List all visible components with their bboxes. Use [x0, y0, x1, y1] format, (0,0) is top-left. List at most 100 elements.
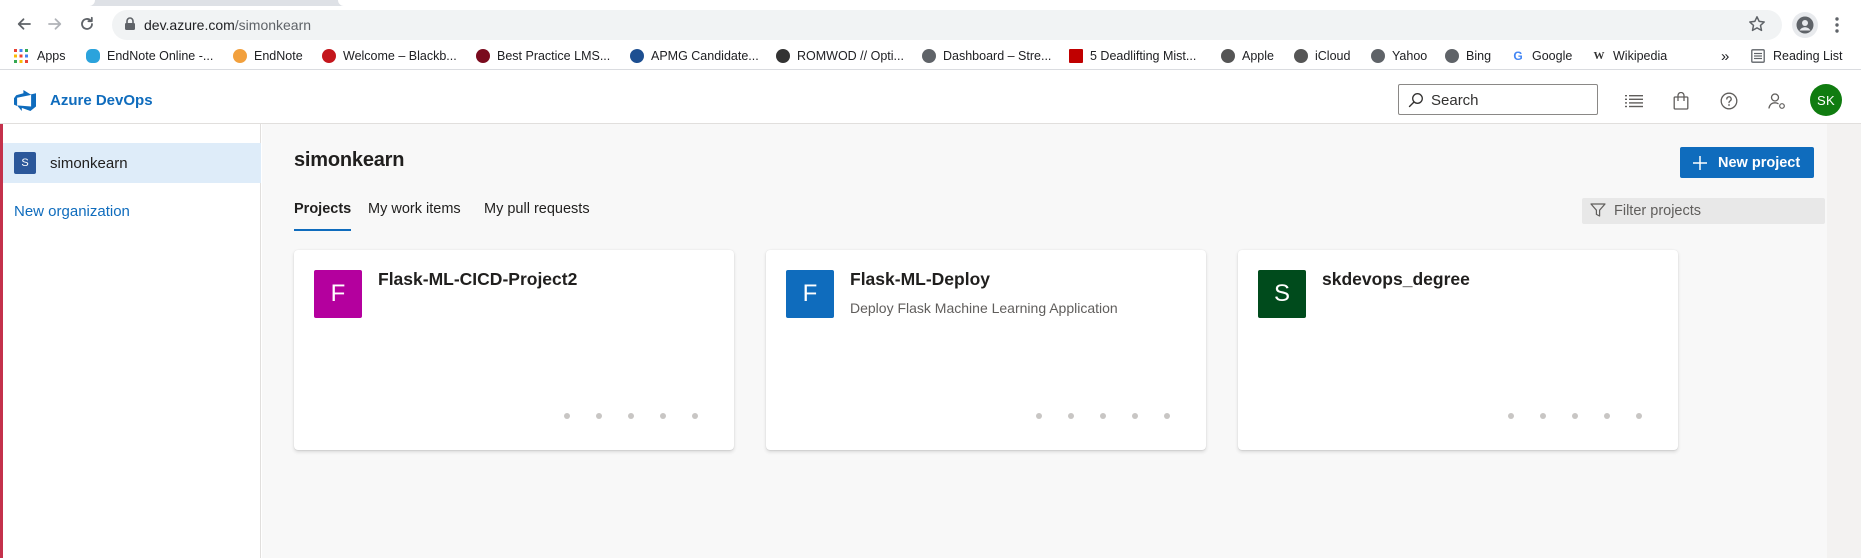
help-icon	[1720, 92, 1738, 110]
back-button[interactable]	[10, 10, 38, 38]
quick-link-dot[interactable]	[1508, 413, 1514, 419]
apps-grid-icon	[14, 49, 28, 63]
quick-link-dot[interactable]	[628, 413, 634, 419]
project-card[interactable]: F Flask-ML-Deploy Deploy Flask Machine L…	[766, 250, 1206, 450]
bookmark-yahoo[interactable]: Yahoo	[1371, 46, 1427, 66]
quick-link-dot[interactable]	[1036, 413, 1042, 419]
apple-icon	[1221, 49, 1235, 63]
bookmark-romwod[interactable]: ROMWOD // Opti...	[776, 46, 904, 66]
url-text: dev.azure.com/simonkearn	[144, 17, 311, 33]
user-avatar[interactable]: SK	[1810, 84, 1842, 116]
quick-link-dot[interactable]	[564, 413, 570, 419]
bookmark-endnote-online[interactable]: EndNote Online -...	[86, 46, 213, 66]
quick-link-dot[interactable]	[692, 413, 698, 419]
forward-button[interactable]	[41, 10, 69, 38]
bookmark-apps[interactable]: Apps	[14, 46, 66, 66]
project-card[interactable]: S skdevops_degree	[1238, 250, 1678, 450]
bookmark-blackboard[interactable]: Welcome – Blackb...	[322, 46, 457, 66]
organization-sidebar: S simonkearn New organization	[0, 124, 261, 558]
quick-link-dot[interactable]	[1604, 413, 1610, 419]
quick-link-dot[interactable]	[1068, 413, 1074, 419]
project-card[interactable]: F Flask-ML-CICD-Project2	[294, 250, 734, 450]
reading-list-label: Reading List	[1773, 49, 1843, 63]
quick-link-dot[interactable]	[1132, 413, 1138, 419]
filter-icon	[1590, 203, 1606, 217]
page-edge	[1827, 124, 1861, 558]
filter-projects-input[interactable]	[1614, 201, 1814, 221]
bookmark-apmg[interactable]: APMG Candidate...	[630, 46, 759, 66]
new-project-button[interactable]: New project	[1680, 147, 1814, 178]
endnote-icon	[233, 49, 247, 63]
app-header: Azure DevOps SK	[0, 78, 1861, 124]
search-icon	[1408, 93, 1423, 108]
project-initial-tile: S	[1258, 270, 1306, 318]
bookmark-label: EndNote Online -...	[107, 49, 214, 63]
bookmarks-bar: Apps EndNote Online -... EndNote Welcome…	[0, 42, 1861, 70]
azure-devops-logo-icon[interactable]	[14, 89, 38, 111]
bookmark-label: Bing	[1466, 49, 1492, 63]
reload-icon	[81, 16, 93, 30]
quick-link-dot[interactable]	[1636, 413, 1642, 419]
tab-my-work-items[interactable]: My work items	[368, 201, 461, 231]
bookmark-google[interactable]: G Google	[1511, 46, 1572, 66]
icloud-icon	[1294, 49, 1308, 63]
marketplace-button[interactable]	[1670, 90, 1692, 112]
apmg-icon	[630, 49, 644, 63]
bookmark-label: Apple	[1242, 49, 1274, 63]
tab-my-pull-requests[interactable]: My pull requests	[484, 201, 590, 231]
bookmark-endnote[interactable]: EndNote	[233, 46, 303, 66]
project-name[interactable]: Flask-ML-CICD-Project2	[378, 269, 577, 290]
bookmark-star-icon[interactable]	[1748, 15, 1766, 33]
bookmark-best-practice[interactable]: Best Practice LMS...	[476, 46, 610, 66]
lock-icon	[125, 17, 135, 30]
forward-arrow-icon	[48, 18, 62, 30]
google-icon: G	[1511, 49, 1525, 63]
globe-icon	[1371, 49, 1385, 63]
endnote-online-icon	[86, 49, 100, 63]
quick-link-dot[interactable]	[1572, 413, 1578, 419]
project-name[interactable]: skdevops_degree	[1322, 269, 1470, 290]
globe-icon	[1445, 49, 1459, 63]
overflow-chevron-icon: »	[1721, 47, 1730, 65]
help-button[interactable]	[1718, 90, 1740, 112]
sidebar-accent-bar	[0, 124, 3, 558]
bookmark-icloud[interactable]: iCloud	[1294, 46, 1350, 66]
work-items-button[interactable]	[1623, 90, 1645, 112]
bookmark-label: ROMWOD // Opti...	[797, 49, 904, 63]
bookmark-deadlifting[interactable]: 5 Deadlifting Mist...	[1069, 46, 1196, 66]
bookmark-bing[interactable]: Bing	[1445, 46, 1491, 66]
search-input[interactable]	[1431, 90, 1591, 110]
bookmark-wikipedia[interactable]: W Wikipedia	[1592, 46, 1667, 66]
search-field[interactable]	[1398, 84, 1598, 115]
browser-profile-button[interactable]	[1792, 12, 1818, 38]
bookmark-dashboard[interactable]: Dashboard – Stre...	[922, 46, 1051, 66]
bookmark-apple[interactable]: Apple	[1221, 46, 1274, 66]
sidebar-item-organization[interactable]: S simonkearn	[3, 143, 261, 183]
quick-link-dot[interactable]	[1540, 413, 1546, 419]
reload-button[interactable]	[73, 10, 101, 38]
address-bar[interactable]: dev.azure.com/simonkearn	[112, 10, 1782, 40]
bookmarks-overflow-button[interactable]: »	[1721, 46, 1729, 66]
quick-link-dot[interactable]	[660, 413, 666, 419]
filter-projects-field[interactable]	[1582, 198, 1825, 224]
user-settings-button[interactable]	[1766, 90, 1788, 112]
organization-icon: S	[14, 152, 36, 174]
reading-list-button[interactable]: Reading List	[1751, 46, 1843, 66]
url-path: /simonkearn	[234, 17, 312, 33]
quick-link-dot[interactable]	[1100, 413, 1106, 419]
project-quick-links	[1508, 413, 1658, 421]
deadlifting-icon	[1069, 49, 1083, 63]
reading-list-icon	[1751, 49, 1765, 63]
tab-projects[interactable]: Projects	[294, 201, 352, 231]
quick-link-dot[interactable]	[1164, 413, 1170, 419]
bookmark-label: Wikipedia	[1613, 49, 1668, 63]
project-name[interactable]: Flask-ML-Deploy	[850, 269, 990, 290]
bookmark-label: Welcome – Blackb...	[343, 49, 457, 63]
quick-link-dot[interactable]	[596, 413, 602, 419]
new-organization-link[interactable]: New organization	[14, 203, 130, 220]
app-title[interactable]: Azure DevOps	[50, 92, 153, 109]
project-initial-tile: F	[314, 270, 362, 318]
main-content: simonkearn New project Projects My work …	[262, 124, 1861, 558]
bookmark-label: 5 Deadlifting Mist...	[1090, 49, 1197, 63]
browser-menu-button[interactable]	[1828, 14, 1846, 36]
